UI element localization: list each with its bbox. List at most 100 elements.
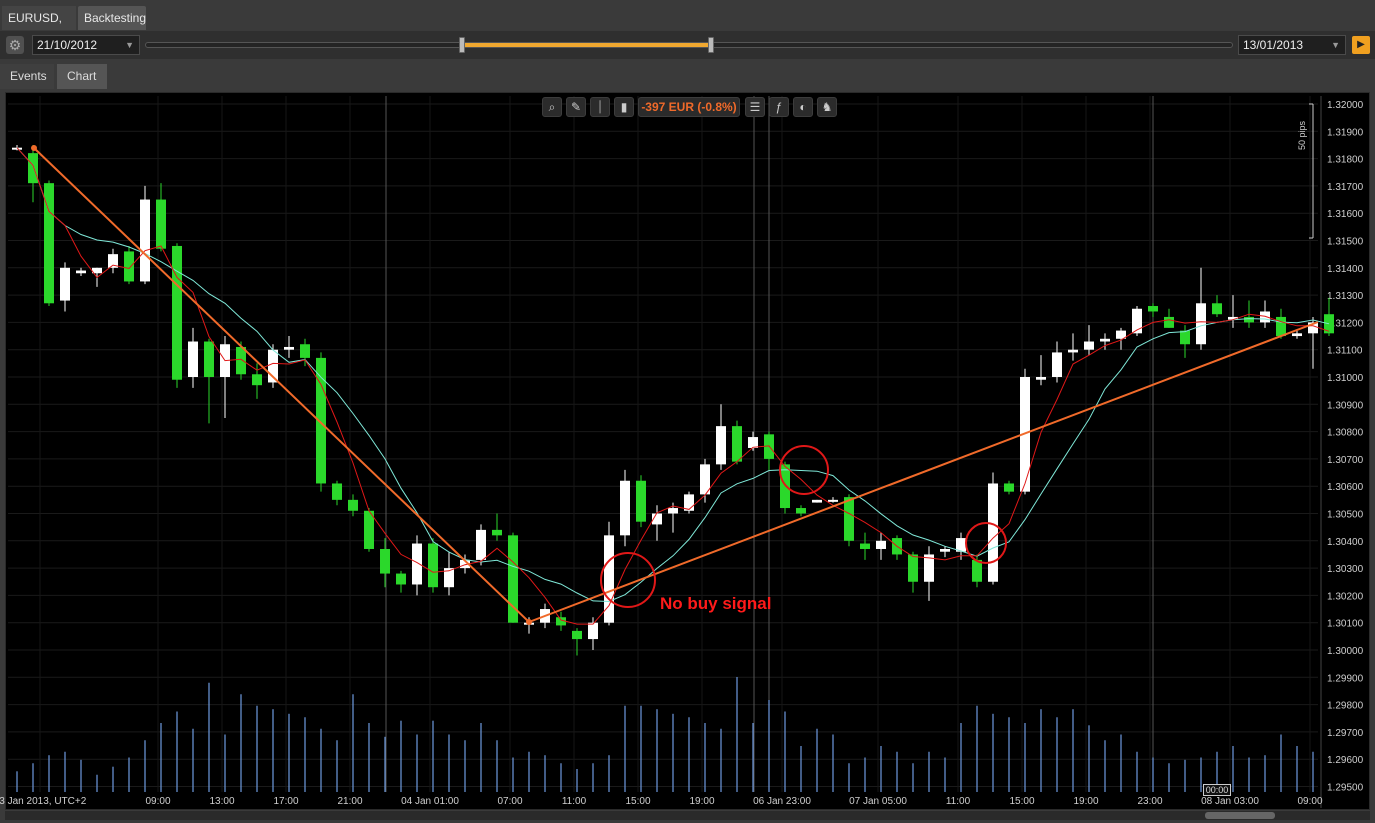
x-tick-label: 23:00 (1137, 796, 1162, 807)
x-tick-label: 19:00 (689, 796, 714, 807)
candle-body (1148, 306, 1158, 312)
candle-body (732, 426, 742, 462)
candle-body (300, 344, 310, 358)
candle-body (412, 543, 422, 585)
horizontal-scrollbar[interactable] (5, 811, 1370, 820)
x-tick-label: 06 Jan 23:00 (753, 796, 811, 807)
candle-body (940, 548, 950, 552)
candle-body (1084, 341, 1094, 350)
x-tick-label: 09:00 (1297, 796, 1322, 807)
candle-body (1260, 311, 1270, 323)
y-tick-label: 1.30300 (1327, 564, 1364, 575)
candle-body (1212, 303, 1222, 315)
x-tick-label: 11:00 (946, 796, 971, 807)
time-marker: 00:00 (1203, 784, 1231, 796)
x-tick-label: 09:00 (145, 796, 170, 807)
candle-body (588, 622, 598, 640)
y-tick-label: 1.29900 (1327, 673, 1364, 684)
candle-body (636, 480, 646, 522)
candle-body (236, 346, 246, 375)
y-tick-label: 1.30200 (1327, 591, 1364, 602)
trendline (33, 147, 1319, 624)
y-tick-label: 1.29600 (1327, 755, 1364, 766)
candle-body (1196, 303, 1206, 345)
indicator-f-icon[interactable]: ƒ (769, 97, 789, 117)
candle-body (1164, 316, 1174, 328)
candle-body (988, 483, 998, 582)
y-tick-label: 1.30800 (1327, 428, 1364, 439)
y-tick-label: 1.30900 (1327, 400, 1364, 411)
y-tick-label: 1.30500 (1327, 510, 1364, 521)
candle-body (156, 199, 166, 249)
y-tick-label: 1.30700 (1327, 455, 1364, 466)
y-tick-label: 1.31300 (1327, 291, 1364, 302)
candle-body (28, 153, 38, 184)
candle-body (796, 508, 806, 514)
y-tick-label: 1.29800 (1327, 701, 1364, 712)
x-tick-label: 07:00 (497, 796, 522, 807)
trendline-point (526, 619, 532, 625)
y-tick-label: 1.30600 (1327, 482, 1364, 493)
y-tick-label: 1.31900 (1327, 127, 1364, 138)
candle-body (348, 499, 358, 511)
candle-body (204, 341, 214, 377)
candle-body (876, 540, 886, 549)
candle-body (812, 499, 822, 503)
x-tick-label: 15:00 (625, 796, 650, 807)
x-tick-label: 17:00 (273, 796, 298, 807)
candle-body (396, 573, 406, 585)
chart-settings-icon[interactable]: ✎ (566, 97, 586, 117)
ma-fast-line (16, 147, 1330, 625)
candle-body (1100, 338, 1110, 342)
x-tick-label: 19:00 (1073, 796, 1098, 807)
candle-body (124, 251, 134, 282)
candle-body (252, 374, 262, 386)
x-tick-label: 15:00 (1009, 796, 1034, 807)
candle-body (1276, 316, 1286, 337)
candle-body (380, 548, 390, 574)
annotation-text: No buy signal (660, 594, 772, 613)
y-tick-label: 1.31700 (1327, 182, 1364, 193)
candle-body (572, 630, 582, 640)
candle-body (188, 341, 198, 377)
pnl-display: -397 EUR (-0.8%) (638, 97, 740, 117)
candle-body (1004, 483, 1014, 492)
candle-body (828, 499, 838, 502)
candle-body (844, 497, 854, 541)
x-tick-label: 04 Jan 01:00 (401, 796, 459, 807)
price-chart[interactable]: 1.32000 1.31900 1.31800 1.31700 1.31600 1.315… (0, 0, 1375, 823)
x-tick-label: 07 Jan 05:00 (849, 796, 907, 807)
candle-type-icon[interactable]: ▮ (614, 97, 634, 117)
robot-icon[interactable]: ◐ (793, 97, 813, 117)
candle-body (1036, 377, 1046, 380)
candle-body (140, 199, 150, 282)
zoom-icon[interactable]: ⌕ (542, 97, 562, 117)
candle-body (1052, 352, 1062, 377)
y-tick-label: 1.30100 (1327, 619, 1364, 630)
y-tick-label: 1.31800 (1327, 155, 1364, 166)
candle-body (428, 543, 438, 588)
candle-body (716, 426, 726, 465)
x-tick-label: 13:00 (209, 796, 234, 807)
scrollbar-thumb[interactable] (1205, 812, 1275, 819)
y-tick-label: 1.29700 (1327, 728, 1364, 739)
y-tick-label: 1.31100 (1327, 346, 1363, 357)
candle-body (1244, 316, 1254, 323)
period-icon[interactable]: ⏐ (590, 97, 610, 117)
x-tick-label: 21:00 (337, 796, 362, 807)
candle-body (620, 480, 630, 536)
candle-body (1180, 330, 1190, 345)
candle-body (172, 245, 182, 380)
candle-body (476, 529, 486, 560)
trader-icon[interactable]: ♞ (817, 97, 837, 117)
candle-body (284, 346, 294, 350)
candle-body (76, 270, 86, 274)
candle-body (668, 508, 678, 514)
signal-circle (965, 522, 1007, 564)
y-tick-label: 1.30400 (1327, 537, 1364, 548)
candle-body (1068, 349, 1078, 353)
candle-body (60, 267, 70, 301)
y-tick-label: 1.31600 (1327, 209, 1364, 220)
indicators-icon[interactable]: ☰ (745, 97, 765, 117)
candle-body (332, 483, 342, 500)
